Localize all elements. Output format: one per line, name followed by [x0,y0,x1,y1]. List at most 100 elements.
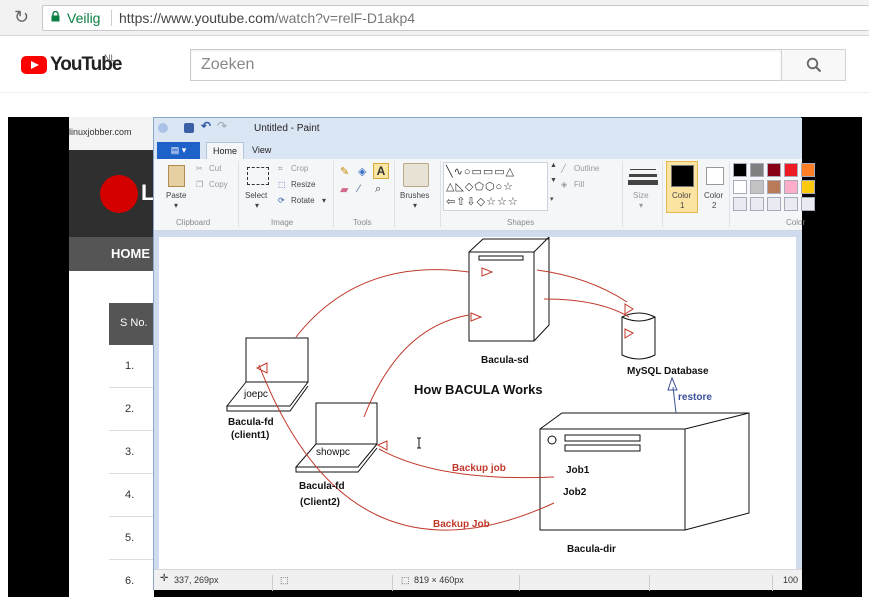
tab-view[interactable]: View [252,145,271,155]
ribbon-tabs: ▤ ▾ Home View [154,140,802,160]
size-button[interactable]: Size [633,191,649,200]
crop-button[interactable]: Crop [291,164,308,173]
address-bar[interactable]: Veilig https://www.youtube.com/watch?v=r… [42,5,869,31]
divider [772,575,773,591]
palette-swatch[interactable] [784,197,798,211]
rotate-icon: ⟳ [278,196,285,205]
size-icon[interactable] [630,169,656,170]
client2-label: Bacula-fd [299,481,345,492]
palette-swatch[interactable] [750,197,764,211]
client1-label: Bacula-fd [228,417,274,428]
paste-icon[interactable] [168,165,185,187]
resize-icon: ⬚ [278,180,286,189]
pencil-icon[interactable]: ✎ [340,165,349,178]
cursor-position-icon: ✛ [160,573,169,584]
save-icon[interactable] [184,123,194,133]
select-button[interactable]: Select [245,191,267,200]
search-button[interactable] [781,49,846,81]
redo-icon[interactable]: ↷ [217,119,227,133]
search-icon [806,57,822,73]
paint-app-icon[interactable] [158,123,168,133]
eraser-icon[interactable]: ▰ [340,183,348,196]
row-number: 3. [125,446,135,458]
color1-swatch [671,165,694,187]
palette-swatch[interactable] [801,197,815,211]
palette-swatch[interactable] [750,180,764,194]
youtube-logo[interactable]: YouTube NL [21,53,122,77]
palette-swatch[interactable] [733,163,747,177]
color1-button[interactable]: Color 1 [666,161,698,213]
palette-swatch[interactable] [784,180,798,194]
canvas-area: Bacula-sd How BACULA Works MySQL Databas… [154,231,802,571]
palette-swatch[interactable] [784,163,798,177]
rotate-dropdown-icon[interactable]: ▾ [322,196,326,205]
paint-title: Untitled - Paint [254,123,320,134]
select-dropdown-icon[interactable]: ▾ [255,201,259,210]
brushes-dropdown-icon[interactable]: ▾ [413,201,417,210]
client2-name: showpc [316,447,350,458]
restore-label: restore [678,392,712,403]
shapes-more-icon[interactable]: ▾ [550,195,554,203]
rotate-button[interactable]: Rotate [291,196,315,205]
paste-button[interactable]: Paste [166,191,186,200]
shapes-glyphs: ╲∿○▭▭▭△ △◺◇⬠⬡○☆ ⇦⇧⇩◇☆☆☆ [446,166,519,208]
lock-icon [51,11,60,22]
select-icon[interactable] [247,167,269,185]
website-background: linuxjobber.com L HOME S No. 1. 2. 3. 4.… [69,117,154,597]
server-label: Bacula-sd [481,355,529,366]
text-tool-icon[interactable]: A [373,163,389,179]
site-address: linuxjobber.com [69,127,132,137]
palette-swatch[interactable] [767,197,781,211]
fill-button[interactable]: Fill [574,180,584,189]
shapes-scroll-icon[interactable]: ▼ [550,177,557,184]
url-text[interactable]: https://www.youtube.com/watch?v=relF-D1a… [119,10,415,26]
magnifier-icon[interactable]: ⌕ [375,183,381,196]
fill-bucket-icon[interactable]: ◈ [358,165,366,178]
site-nav-home: HOME [111,246,150,261]
palette-swatch[interactable] [767,163,781,177]
shapes-gallery[interactable]: ╲∿○▭▭▭△ △◺◇⬠⬡○☆ ⇦⇧⇩◇☆☆☆ [443,162,548,211]
job1-label: Job1 [566,465,590,476]
file-menu-button[interactable]: ▤ ▾ [157,142,200,159]
shapes-scroll-icon[interactable]: ▲ [550,162,557,169]
divider [729,161,730,227]
canvas-size: 819 × 460px [414,575,464,585]
ribbon: Paste ▾ ✂ Cut ❐ Copy Clipboard Select ▾ … [154,159,815,231]
fill-icon: ◈ [561,180,568,189]
cut-button[interactable]: Cut [209,164,221,173]
color2-number: 2 [712,201,717,210]
image-group-label: Image [271,218,294,227]
palette-swatch[interactable] [733,197,747,211]
flow-arrow-head [255,267,635,451]
video-player[interactable]: linuxjobber.com L HOME S No. 1. 2. 3. 4.… [8,117,862,597]
outline-button[interactable]: Outline [574,164,599,173]
copy-button[interactable]: Copy [209,180,228,189]
divider [392,575,393,591]
palette-swatch[interactable] [801,180,815,194]
divider [440,161,441,227]
color-palette [733,163,815,215]
tab-home[interactable]: Home [206,142,244,160]
paste-dropdown-icon[interactable]: ▾ [174,201,178,210]
resize-button[interactable]: Resize [291,180,315,189]
color-picker-icon[interactable]: ⁄ [358,183,360,195]
row-number: 1. [125,360,135,372]
color2-label[interactable]: Color [704,191,723,200]
divider [649,575,650,591]
undo-icon[interactable]: ↶ [201,119,211,133]
palette-swatch[interactable] [733,180,747,194]
color2-swatch[interactable] [706,167,724,185]
table-row: 6. [109,560,154,597]
table-row: 4. [109,474,154,517]
palette-swatch[interactable] [767,180,781,194]
zoom-level[interactable]: 100 [783,575,798,585]
row-number: 2. [125,403,135,415]
palette-swatch[interactable] [750,163,764,177]
palette-swatch[interactable] [801,163,815,177]
flow-arrow [536,269,628,303]
brushes-icon[interactable] [403,163,429,187]
reload-icon[interactable]: ↻ [14,7,29,28]
brushes-button[interactable]: Brushes [400,191,429,200]
search-input[interactable]: Zoeken [190,49,782,81]
drawing-canvas[interactable]: Bacula-sd How BACULA Works MySQL Databas… [159,237,796,571]
